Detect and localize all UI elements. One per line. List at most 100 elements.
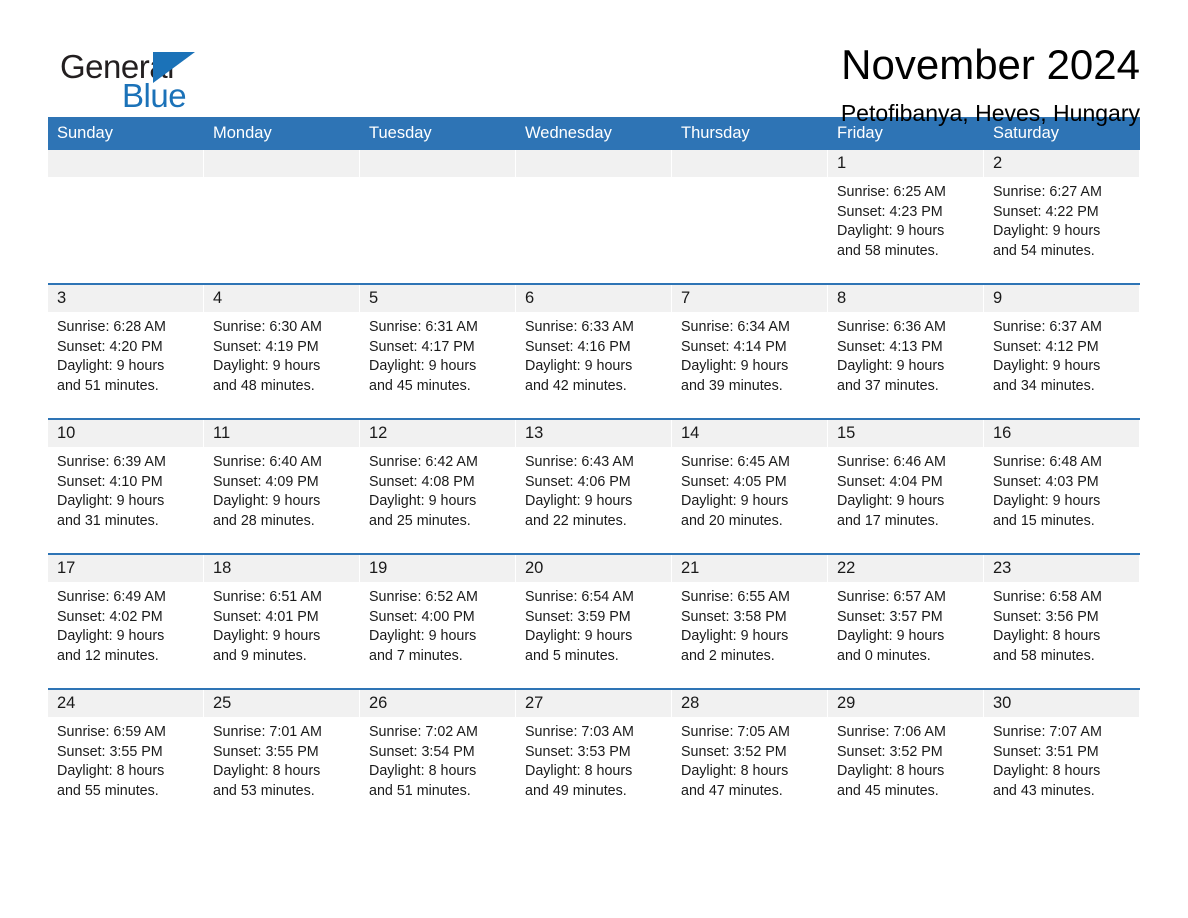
day-sun-info: Sunrise: 6:42 AM Sunset: 4:08 PM Daylight:… <box>360 447 516 532</box>
day-number: 1 <box>828 150 984 177</box>
calendar-day-cell[interactable]: 2 Sunrise: 6:27 AM Sunset: 4:22 PM Daylight… <box>984 150 1140 284</box>
calendar-day-cell[interactable]: 1 Sunrise: 6:25 AM Sunset: 4:23 PM Daylight… <box>828 150 984 284</box>
day-cell-content <box>48 150 204 283</box>
day-sun-info: Sunrise: 6:33 AM Sunset: 4:16 PM Daylight:… <box>516 312 672 397</box>
day-sun-info: Sunrise: 6:39 AM Sunset: 4:10 PM Daylight:… <box>48 447 204 532</box>
day-sun-info: Sunrise: 7:07 AM Sunset: 3:51 PM Daylight:… <box>984 717 1140 802</box>
calendar-day-cell[interactable]: 29 Sunrise: 7:06 AM Sunset: 3:52 PM Dayligh… <box>828 688 984 823</box>
sunrise-time: Sunrise: 6:27 AM <box>993 184 1102 200</box>
sunset-time: Sunset: 4:06 PM <box>525 473 631 490</box>
general-blue-logo[interactable]: General Blue <box>48 40 248 114</box>
sunrise-time: Sunrise: 7:05 AM <box>681 724 790 740</box>
calendar-day-cell[interactable]: 10 Sunrise: 6:39 AM Sunset: 4:10 PM Dayligh… <box>48 418 204 554</box>
calendar-day-cell[interactable]: 19 Sunrise: 6:52 AM Sunset: 4:00 PM Dayligh… <box>360 553 516 689</box>
calendar-day-cell[interactable]: 3 Sunrise: 6:28 AM Sunset: 4:20 PM Daylight… <box>48 283 204 419</box>
calendar-day-cell[interactable]: 12 Sunrise: 6:42 AM Sunset: 4:08 PM Dayligh… <box>360 418 516 554</box>
day-sun-info: Sunrise: 6:43 AM Sunset: 4:06 PM Daylight:… <box>516 447 672 532</box>
day-number: 28 <box>672 690 828 717</box>
day-number: 17 <box>48 555 204 582</box>
day-sun-info: Sunrise: 6:46 AM Sunset: 4:04 PM Daylight:… <box>828 447 984 532</box>
sunset-time: Sunset: 4:01 PM <box>213 608 319 625</box>
calendar-day-cell[interactable]: 30 Sunrise: 7:07 AM Sunset: 3:51 PM Dayligh… <box>984 688 1140 823</box>
calendar-day-cell[interactable]: 22 Sunrise: 6:57 AM Sunset: 3:57 PM Dayligh… <box>828 553 984 689</box>
daylight-hours: Daylight: 9 hours <box>369 493 477 510</box>
day-cell-content: 9 Sunrise: 6:37 AM Sunset: 4:12 PM Daylight… <box>984 285 1140 418</box>
calendar-day-cell[interactable]: 8 Sunrise: 6:36 AM Sunset: 4:13 PM Daylight… <box>828 283 984 419</box>
calendar-week-row: 24 Sunrise: 6:59 AM Sunset: 3:55 PM Dayligh… <box>48 688 1140 823</box>
day-sun-info: Sunrise: 6:31 AM Sunset: 4:17 PM Daylight:… <box>360 312 516 397</box>
daylight-hours: Daylight: 8 hours <box>57 763 165 780</box>
day-number: 6 <box>516 285 672 312</box>
calendar-day-cell[interactable]: 13 Sunrise: 6:43 AM Sunset: 4:06 PM Dayligh… <box>516 418 672 554</box>
daylight-minutes: and 42 minutes. <box>525 378 627 395</box>
sunset-time: Sunset: 3:55 PM <box>213 743 319 760</box>
calendar-day-cell[interactable]: 5 Sunrise: 6:31 AM Sunset: 4:17 PM Daylight… <box>360 283 516 419</box>
day-number: 22 <box>828 555 984 582</box>
calendar-day-cell[interactable]: 14 Sunrise: 6:45 AM Sunset: 4:05 PM Dayligh… <box>672 418 828 554</box>
sunset-time: Sunset: 3:59 PM <box>525 608 631 625</box>
calendar-day-cell[interactable]: 11 Sunrise: 6:40 AM Sunset: 4:09 PM Dayligh… <box>204 418 360 554</box>
day-sun-info: Sunrise: 6:48 AM Sunset: 4:03 PM Daylight:… <box>984 447 1140 532</box>
daylight-hours: Daylight: 9 hours <box>369 358 477 375</box>
daylight-hours: Daylight: 8 hours <box>525 763 633 780</box>
day-cell-content: 10 Sunrise: 6:39 AM Sunset: 4:10 PM Dayligh… <box>48 420 204 553</box>
day-sun-info: Sunrise: 7:05 AM Sunset: 3:52 PM Daylight:… <box>672 717 828 802</box>
calendar-day-cell <box>204 150 360 284</box>
calendar-day-cell[interactable]: 15 Sunrise: 6:46 AM Sunset: 4:04 PM Dayligh… <box>828 418 984 554</box>
calendar-day-cell[interactable]: 16 Sunrise: 6:48 AM Sunset: 4:03 PM Dayligh… <box>984 418 1140 554</box>
day-sun-info: Sunrise: 7:01 AM Sunset: 3:55 PM Daylight:… <box>204 717 360 802</box>
weekday-header-thursday: Thursday <box>672 117 828 150</box>
sunset-time: Sunset: 4:19 PM <box>213 338 319 355</box>
day-sun-info: Sunrise: 7:02 AM Sunset: 3:54 PM Daylight:… <box>360 717 516 802</box>
calendar-page: General Blue November 2024 Petofibanya, … <box>0 0 1188 918</box>
daylight-minutes: and 25 minutes. <box>369 513 471 530</box>
calendar-day-cell[interactable]: 23 Sunrise: 6:58 AM Sunset: 3:56 PM Dayligh… <box>984 553 1140 689</box>
calendar-day-cell[interactable]: 25 Sunrise: 7:01 AM Sunset: 3:55 PM Dayligh… <box>204 688 360 823</box>
day-cell-content: 26 Sunrise: 7:02 AM Sunset: 3:54 PM Dayligh… <box>360 690 516 823</box>
day-cell-content: 21 Sunrise: 6:55 AM Sunset: 3:58 PM Dayligh… <box>672 555 828 688</box>
calendar-day-cell[interactable]: 27 Sunrise: 7:03 AM Sunset: 3:53 PM Dayligh… <box>516 688 672 823</box>
day-cell-content <box>672 150 828 283</box>
daylight-hours: Daylight: 9 hours <box>837 223 945 240</box>
calendar-day-cell[interactable]: 4 Sunrise: 6:30 AM Sunset: 4:19 PM Daylight… <box>204 283 360 419</box>
calendar-day-cell[interactable]: 9 Sunrise: 6:37 AM Sunset: 4:12 PM Daylight… <box>984 283 1140 419</box>
sunrise-time: Sunrise: 6:59 AM <box>57 724 166 740</box>
calendar-day-cell[interactable]: 6 Sunrise: 6:33 AM Sunset: 4:16 PM Daylight… <box>516 283 672 419</box>
sunrise-time: Sunrise: 6:42 AM <box>369 454 478 470</box>
day-sun-info: Sunrise: 6:40 AM Sunset: 4:09 PM Daylight:… <box>204 447 360 532</box>
calendar-day-cell <box>48 150 204 284</box>
day-number: 12 <box>360 420 516 447</box>
calendar-day-cell[interactable]: 20 Sunrise: 6:54 AM Sunset: 3:59 PM Dayligh… <box>516 553 672 689</box>
calendar-day-cell[interactable]: 26 Sunrise: 7:02 AM Sunset: 3:54 PM Dayligh… <box>360 688 516 823</box>
daylight-hours: Daylight: 9 hours <box>213 493 321 510</box>
sunset-time: Sunset: 3:54 PM <box>369 743 475 760</box>
calendar-day-cell[interactable]: 21 Sunrise: 6:55 AM Sunset: 3:58 PM Dayligh… <box>672 553 828 689</box>
calendar-day-cell[interactable]: 28 Sunrise: 7:05 AM Sunset: 3:52 PM Dayligh… <box>672 688 828 823</box>
weekday-header-monday: Monday <box>204 117 360 150</box>
daylight-hours: Daylight: 9 hours <box>369 628 477 645</box>
daylight-minutes: and 37 minutes. <box>837 378 939 395</box>
daylight-hours: Daylight: 9 hours <box>837 358 945 375</box>
day-cell-content: 28 Sunrise: 7:05 AM Sunset: 3:52 PM Dayligh… <box>672 690 828 823</box>
daylight-minutes: and 0 minutes. <box>837 648 931 665</box>
calendar-day-cell[interactable]: 18 Sunrise: 6:51 AM Sunset: 4:01 PM Dayligh… <box>204 553 360 689</box>
day-number <box>204 150 360 177</box>
sunrise-time: Sunrise: 6:34 AM <box>681 319 790 335</box>
day-sun-info: Sunrise: 6:59 AM Sunset: 3:55 PM Daylight:… <box>48 717 204 802</box>
day-cell-content: 23 Sunrise: 6:58 AM Sunset: 3:56 PM Dayligh… <box>984 555 1140 688</box>
day-sun-info: Sunrise: 6:51 AM Sunset: 4:01 PM Daylight:… <box>204 582 360 667</box>
calendar-day-cell[interactable]: 7 Sunrise: 6:34 AM Sunset: 4:14 PM Daylight… <box>672 283 828 419</box>
day-sun-info: Sunrise: 6:34 AM Sunset: 4:14 PM Daylight:… <box>672 312 828 397</box>
daylight-minutes: and 51 minutes. <box>57 378 159 395</box>
daylight-hours: Daylight: 9 hours <box>993 223 1101 240</box>
day-number: 30 <box>984 690 1140 717</box>
calendar-day-cell[interactable]: 24 Sunrise: 6:59 AM Sunset: 3:55 PM Dayligh… <box>48 688 204 823</box>
daylight-hours: Daylight: 9 hours <box>57 628 165 645</box>
day-sun-info: Sunrise: 6:45 AM Sunset: 4:05 PM Daylight:… <box>672 447 828 532</box>
daylight-minutes: and 2 minutes. <box>681 648 775 665</box>
day-number: 3 <box>48 285 204 312</box>
daylight-minutes: and 53 minutes. <box>213 783 315 800</box>
daylight-hours: Daylight: 9 hours <box>213 358 321 375</box>
day-number: 25 <box>204 690 360 717</box>
calendar-day-cell[interactable]: 17 Sunrise: 6:49 AM Sunset: 4:02 PM Dayligh… <box>48 553 204 689</box>
